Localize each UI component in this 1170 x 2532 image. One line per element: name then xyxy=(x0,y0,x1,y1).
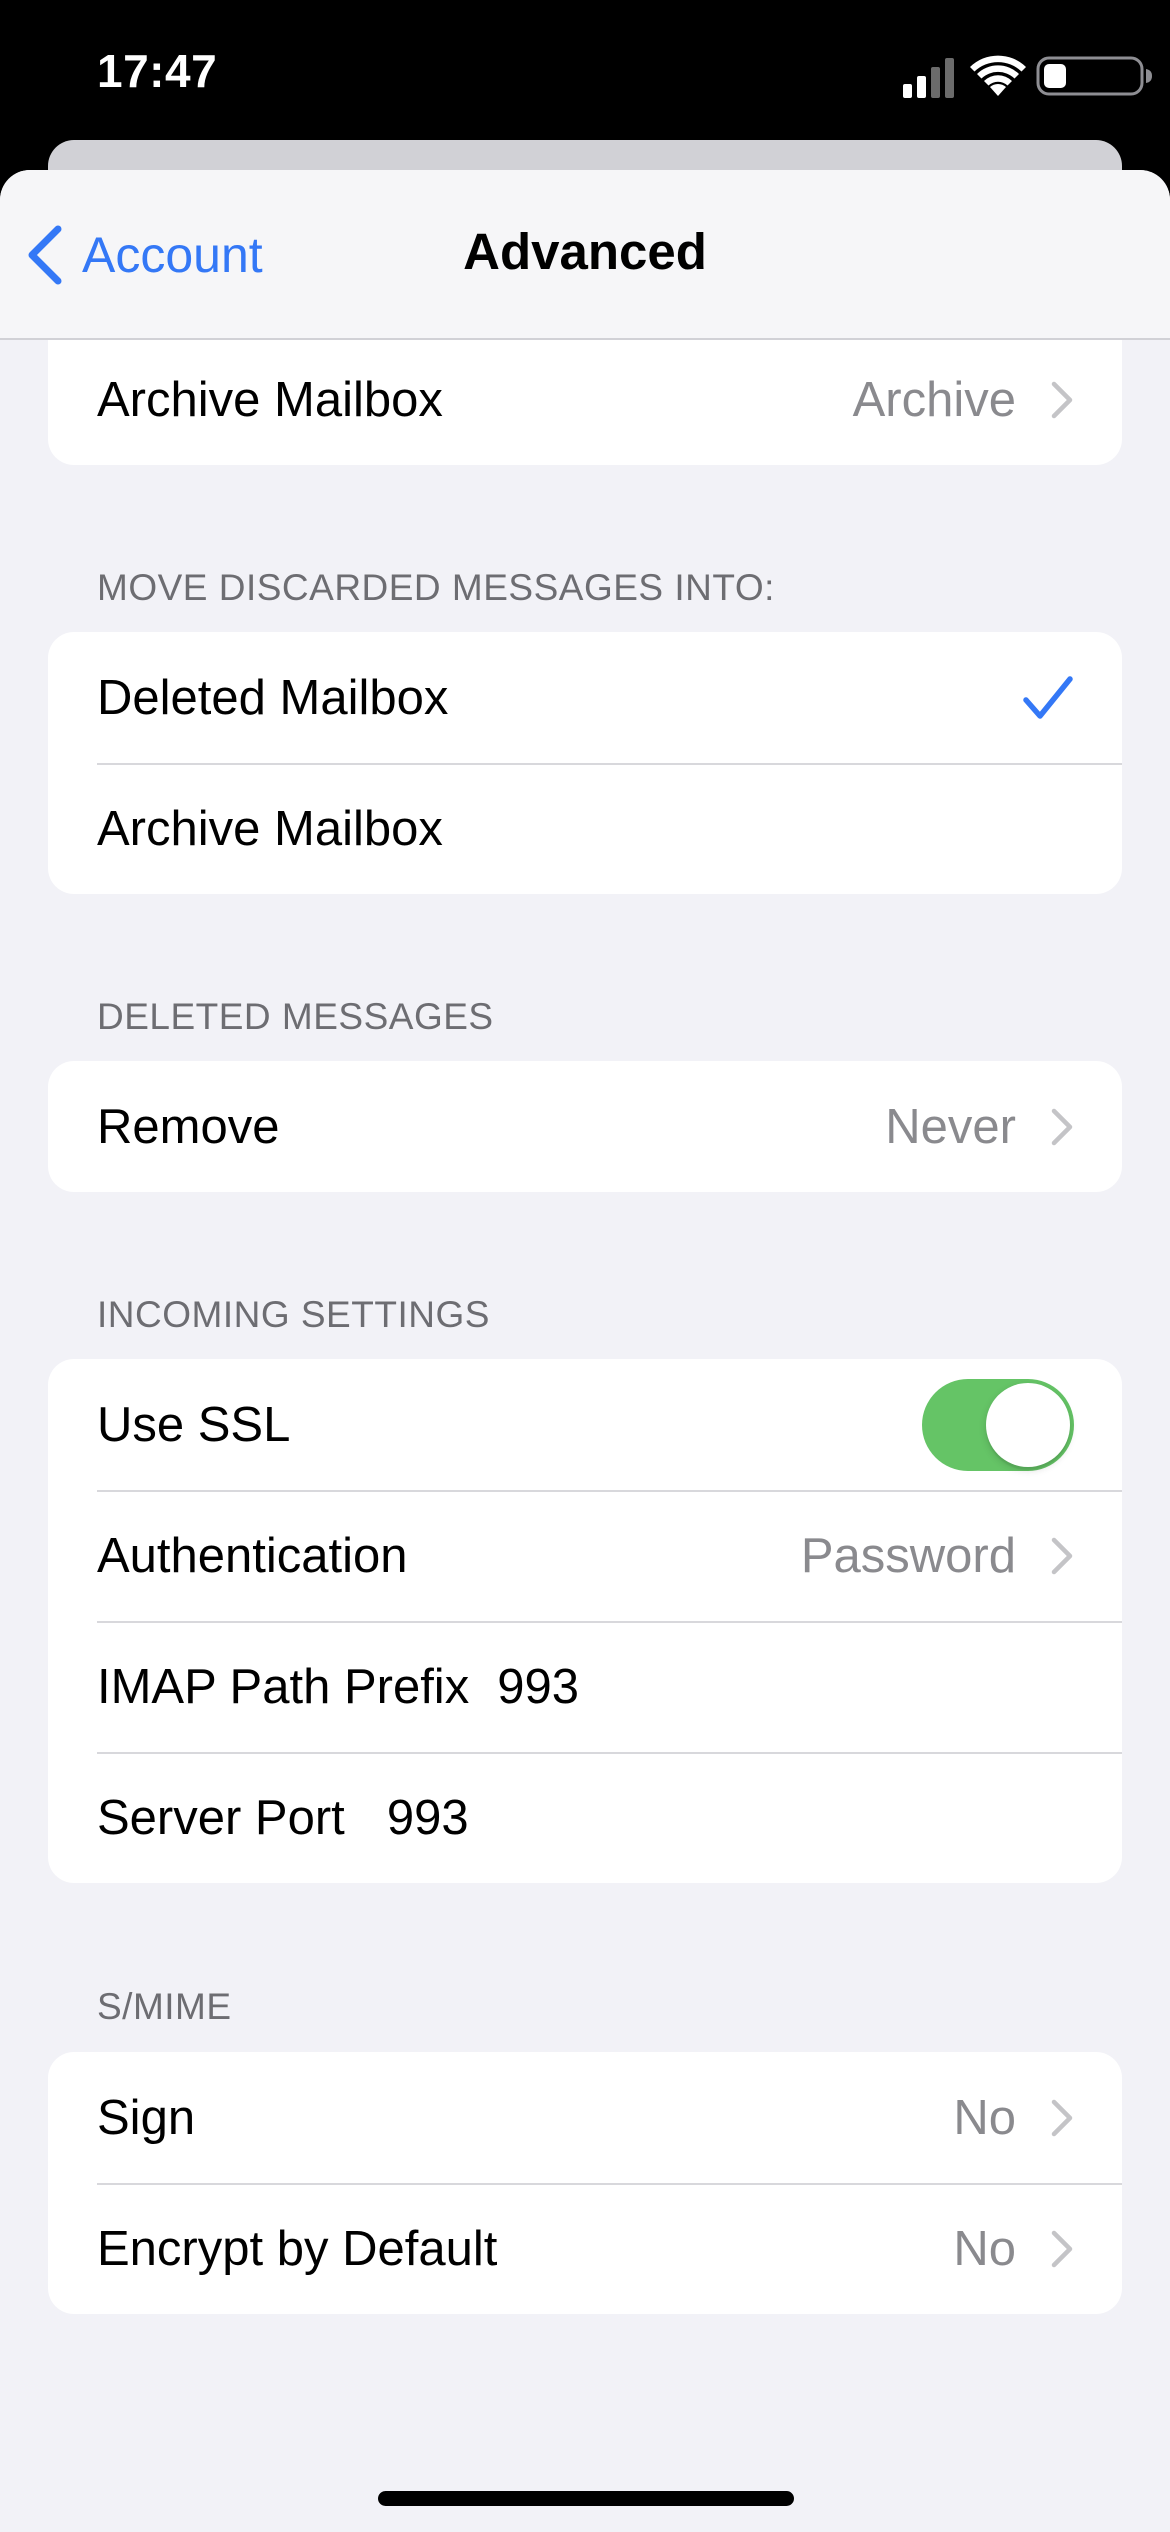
imap-path-prefix-row[interactable]: IMAP Path Prefix 993 xyxy=(48,1621,1122,1752)
toggle-knob xyxy=(986,1382,1070,1467)
deleted-mailbox-label: Deleted Mailbox xyxy=(97,670,449,725)
status-bar: 17:47 xyxy=(0,0,1170,150)
home-indicator[interactable] xyxy=(378,2491,794,2506)
archive-mailbox-label: Archive Mailbox xyxy=(97,372,443,427)
imap-path-prefix-label: IMAP Path Prefix xyxy=(97,1659,470,1714)
chevron-right-icon xyxy=(1051,1537,1073,1574)
server-port-row[interactable]: Server Port 993 xyxy=(48,1752,1122,1883)
section-header-incoming: INCOMING SETTINGS xyxy=(97,1294,490,1335)
section-header-deleted-messages: DELETED MESSAGES xyxy=(97,996,494,1037)
archive-mailbox-value: Archive xyxy=(852,372,1016,427)
chevron-right-icon xyxy=(1051,2230,1073,2267)
sign-value: No xyxy=(953,2090,1016,2145)
chevron-right-icon xyxy=(1051,2099,1073,2136)
encrypt-by-default-value: No xyxy=(953,2221,1016,2276)
smime-group: Sign No Encrypt by Default No xyxy=(48,2052,1122,2314)
section-header-smime: S/MIME xyxy=(97,1986,232,2027)
battery-icon xyxy=(1036,56,1152,96)
imap-path-prefix-field[interactable]: 993 xyxy=(497,1659,579,1715)
use-ssl-toggle[interactable] xyxy=(922,1378,1074,1471)
advanced-settings-sheet: Account Advanced Archive Mailbox Archive… xyxy=(0,170,1170,2532)
status-time: 17:47 xyxy=(97,45,218,97)
use-ssl-label: Use SSL xyxy=(97,1397,291,1452)
server-port-label: Server Port xyxy=(97,1790,345,1845)
signal-icon xyxy=(903,58,954,98)
deleted-mailbox-option[interactable]: Deleted Mailbox xyxy=(48,632,1122,763)
remove-label: Remove xyxy=(97,1099,280,1154)
sign-row[interactable]: Sign No xyxy=(48,2052,1122,2183)
chevron-right-icon xyxy=(1051,381,1073,418)
authentication-value: Password xyxy=(800,1528,1016,1583)
deleted-messages-group: Remove Never xyxy=(48,1061,1122,1192)
encrypt-by-default-row[interactable]: Encrypt by Default No xyxy=(48,2183,1122,2314)
remove-row[interactable]: Remove Never xyxy=(48,1061,1122,1192)
archive-mailbox-option[interactable]: Archive Mailbox xyxy=(48,763,1122,894)
section-header-discarded: MOVE DISCARDED MESSAGES INTO: xyxy=(97,567,775,608)
remove-value: Never xyxy=(885,1099,1016,1154)
discarded-messages-group: Deleted Mailbox Archive Mailbox xyxy=(48,632,1122,894)
archive-mailbox-option-label: Archive Mailbox xyxy=(97,801,443,856)
use-ssl-row: Use SSL xyxy=(48,1359,1122,1490)
sign-label: Sign xyxy=(97,2090,196,2145)
wifi-icon xyxy=(970,55,1026,96)
incoming-settings-group: Use SSL Authentication Password IMAP Pat… xyxy=(48,1359,1122,1883)
authentication-row[interactable]: Authentication Password xyxy=(48,1490,1122,1621)
chevron-right-icon xyxy=(1051,1108,1073,1145)
encrypt-by-default-label: Encrypt by Default xyxy=(97,2221,498,2276)
checkmark-icon xyxy=(1023,675,1073,719)
page-title: Advanced xyxy=(463,223,707,280)
server-port-field[interactable]: 993 xyxy=(387,1790,469,1846)
authentication-label: Authentication xyxy=(97,1528,408,1583)
navigation-bar: Account Advanced xyxy=(0,170,1170,340)
